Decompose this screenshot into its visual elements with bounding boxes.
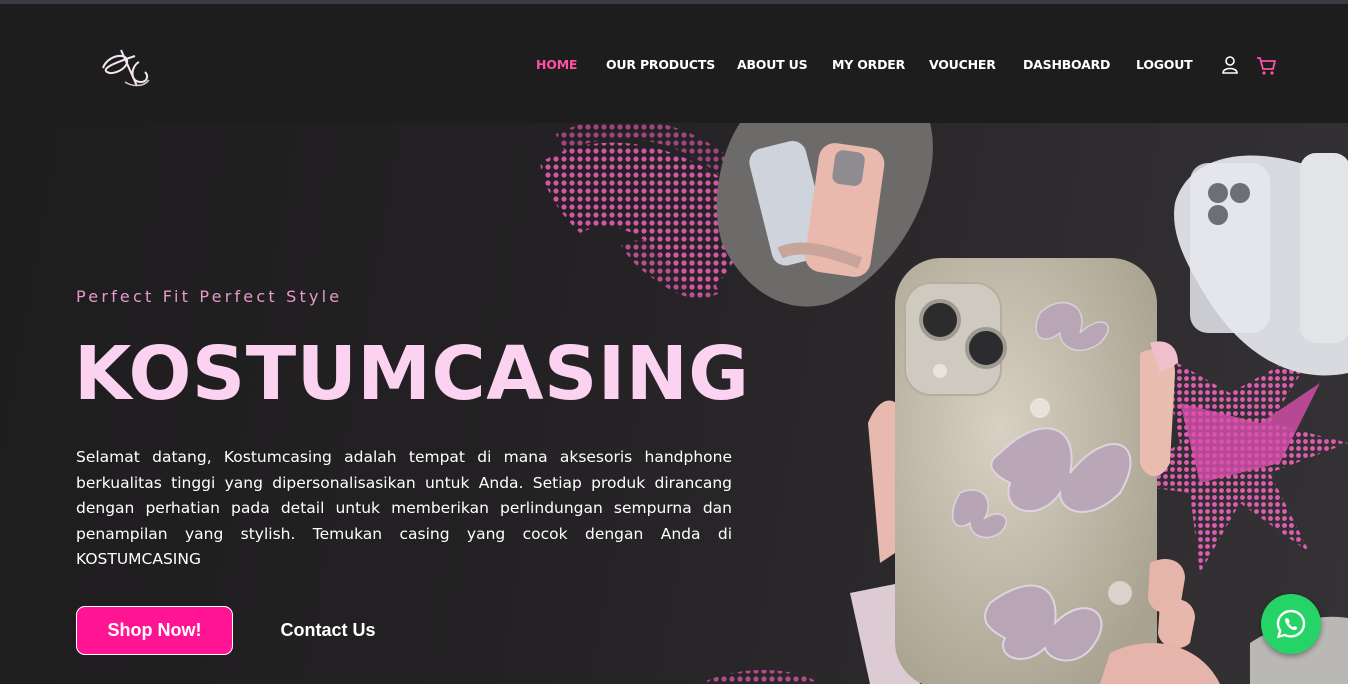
- navbar: HOME OUR PRODUCTS ABOUT US MY ORDER VOUC…: [0, 4, 1348, 123]
- nav-my-order[interactable]: MY ORDER: [832, 57, 905, 72]
- hero-description: Selamat datang, Kostumcasing adalah temp…: [76, 448, 732, 569]
- hero-tagline: Perfect Fit Perfect Style: [76, 287, 343, 306]
- nav-logout[interactable]: LOGOUT: [1136, 57, 1193, 72]
- nav-our-products[interactable]: OUR PRODUCTS: [606, 57, 715, 72]
- user-icon[interactable]: [1220, 55, 1240, 75]
- nav-about-us[interactable]: ABOUT US: [737, 57, 808, 72]
- nav-home[interactable]: HOME: [536, 57, 577, 72]
- whatsapp-button[interactable]: [1261, 594, 1321, 654]
- nav-dashboard[interactable]: DASHBOARD: [1023, 57, 1110, 72]
- hero-title: KOSTUMCASING: [74, 331, 750, 417]
- contact-us-button[interactable]: Contact Us: [264, 606, 392, 655]
- whatsapp-icon: [1276, 609, 1306, 639]
- nav-voucher[interactable]: VOUCHER: [929, 57, 996, 72]
- hero-section: Perfect Fit Perfect Style KOSTUMCASING S…: [0, 123, 1348, 684]
- brand-logo[interactable]: [95, 42, 155, 92]
- cart-icon[interactable]: [1255, 54, 1277, 76]
- shop-now-button[interactable]: Shop Now!: [76, 606, 233, 655]
